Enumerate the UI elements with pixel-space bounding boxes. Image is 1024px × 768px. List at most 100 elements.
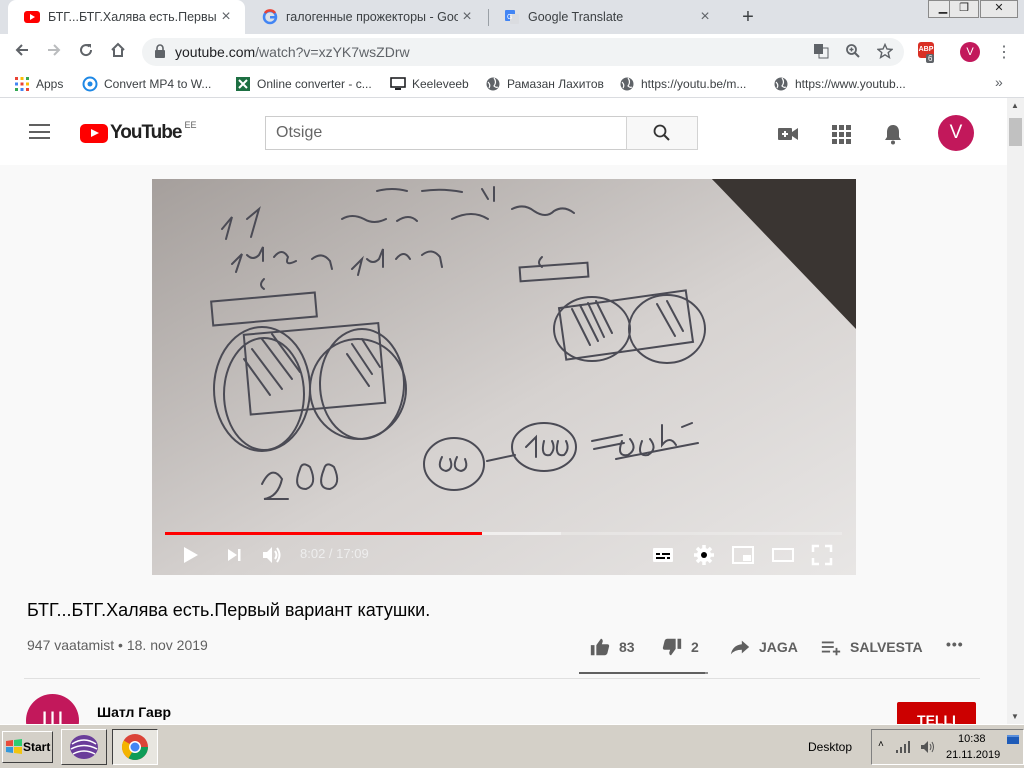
tab-close-icon[interactable]: × — [458, 8, 476, 26]
save-button[interactable]: SALVESTA — [820, 636, 923, 658]
browser-menu-icon[interactable]: ⋮ — [996, 42, 1012, 62]
subtitles-icon — [653, 548, 673, 562]
page-scrollbar[interactable]: ▲ ▼ — [1007, 98, 1024, 724]
windows-logo-icon — [6, 739, 22, 754]
home-button[interactable] — [106, 40, 130, 64]
miniplayer-button[interactable] — [731, 543, 755, 567]
bookmark-keeleveeb[interactable]: Keeleveeb — [390, 76, 469, 92]
bookmark-youtube-www[interactable]: https://www.youtub... — [773, 76, 906, 92]
volume-icon — [263, 547, 281, 563]
translate-favicon: G — [505, 10, 519, 24]
bookmark-label: Keeleveeb — [412, 77, 469, 91]
windows-taskbar: Start Desktop ˄ 10:38 21.11.2019 — [0, 724, 1024, 768]
tab-strip: БТГ...БТГ.Халява есть.Первый ва × галоге… — [0, 0, 1024, 34]
scroll-down-icon[interactable]: ▼ — [1011, 712, 1019, 721]
bookmark-ramazan[interactable]: Рамазан Лахитов — [485, 76, 604, 92]
subtitles-button[interactable] — [651, 543, 675, 567]
speaker-icon[interactable] — [920, 740, 936, 754]
more-actions-button[interactable]: ••• — [946, 636, 964, 652]
dislike-button[interactable]: 2 — [661, 636, 699, 658]
logo-wordmark: YouTube — [110, 122, 182, 143]
google-favicon — [262, 9, 278, 25]
like-count: 83 — [619, 639, 635, 655]
forward-button[interactable] — [42, 40, 66, 64]
search-box — [265, 116, 627, 150]
bookmark-online-converter[interactable]: Online converter - c... — [235, 76, 372, 92]
show-desktop-icon[interactable] — [1006, 734, 1020, 746]
address-bar[interactable]: youtube.com/watch?v=xzYK7wsZDrw — [142, 38, 904, 66]
zoom-icon[interactable] — [844, 43, 862, 61]
like-button[interactable]: 83 — [589, 636, 635, 658]
thumbs-down-icon — [662, 638, 682, 656]
next-button[interactable] — [222, 543, 246, 567]
translate-page-icon[interactable] — [812, 43, 830, 61]
channel-name[interactable]: Шатл Гавр — [97, 704, 171, 720]
tab-google-search[interactable]: галогенные прожекторы - Goog × — [246, 0, 486, 34]
menu-icon[interactable] — [29, 124, 50, 139]
share-button[interactable]: JAGA — [729, 636, 798, 658]
back-button[interactable] — [10, 40, 34, 64]
tray-expand-icon[interactable]: ˄ — [878, 739, 884, 750]
bookmark-label: https://www.youtub... — [795, 77, 906, 91]
convert-icon — [82, 76, 98, 92]
network-signal-icon[interactable] — [895, 740, 913, 754]
tab-close-icon[interactable]: × — [696, 8, 714, 26]
bookmark-star-icon[interactable] — [876, 42, 894, 61]
tab-youtube[interactable]: БТГ...БТГ.Халява есть.Первый ва × — [8, 0, 245, 34]
lock-icon — [155, 44, 165, 58]
bookmark-label: Рамазан Лахитов — [507, 77, 604, 91]
bookmark-label: Apps — [36, 77, 64, 91]
video-player[interactable]: 8:02 / 17:09 — [152, 179, 856, 575]
reload-button[interactable] — [74, 40, 98, 64]
close-window-button[interactable]: ✕ — [980, 0, 1018, 18]
search-button[interactable] — [626, 116, 698, 150]
sphere-app-icon — [70, 735, 98, 759]
profile-avatar-button[interactable]: V — [960, 42, 980, 62]
theater-mode-button[interactable] — [771, 543, 795, 567]
search-input[interactable] — [266, 117, 626, 149]
taskbar-app-chrome[interactable] — [112, 729, 158, 765]
apps-icon[interactable] — [829, 122, 853, 146]
svg-text:G: G — [507, 14, 512, 21]
system-tray: ˄ 10:38 21.11.2019 — [871, 729, 1024, 765]
create-video-icon[interactable] — [776, 122, 800, 146]
progress-bar[interactable] — [165, 532, 842, 535]
globe-icon — [620, 77, 634, 91]
like-ratio-bar — [579, 672, 708, 674]
excel-icon — [236, 77, 250, 91]
volume-button[interactable] — [260, 543, 284, 567]
fullscreen-button[interactable] — [810, 543, 834, 567]
settings-button[interactable] — [692, 543, 716, 567]
account-avatar[interactable]: V — [938, 115, 974, 151]
clock-date: 21.11.2019 — [946, 749, 1001, 761]
scroll-up-icon[interactable]: ▲ — [1011, 101, 1019, 110]
channel-avatar[interactable]: Ш — [26, 694, 79, 724]
desktop-toolbar-label[interactable]: Desktop — [808, 740, 852, 754]
fullscreen-icon — [811, 544, 833, 566]
youtube-play-logo-icon — [80, 123, 108, 143]
youtube-favicon — [24, 11, 40, 23]
youtube-logo[interactable]: YouTube EE — [80, 120, 196, 144]
bookmark-label: Online converter - c... — [257, 77, 372, 91]
tab-google-translate[interactable]: G Google Translate × — [488, 0, 724, 34]
bookmark-label: https://youtu.be/m... — [641, 77, 747, 91]
start-button[interactable]: Start — [2, 731, 53, 763]
taskbar-app-sphere[interactable] — [61, 729, 107, 765]
play-icon — [184, 547, 198, 563]
notifications-bell-icon[interactable] — [881, 122, 905, 146]
play-button[interactable] — [178, 543, 202, 567]
scrollbar-thumb[interactable] — [1009, 118, 1022, 146]
tab-close-icon[interactable]: × — [217, 8, 235, 26]
subscribe-button[interactable]: TELLI — [897, 702, 976, 724]
bookmarks-overflow-button[interactable]: » — [995, 74, 1003, 90]
restore-button[interactable]: ❐ — [949, 0, 979, 18]
start-label: Start — [23, 740, 51, 754]
bookmark-convert-mp4[interactable]: Convert MP4 to W... — [82, 76, 211, 92]
bookmark-apps[interactable]: Apps — [14, 76, 63, 92]
more-actions-icon: ••• — [946, 636, 964, 652]
new-tab-button[interactable]: + — [736, 5, 760, 29]
reload-icon — [80, 44, 93, 57]
search-icon — [653, 124, 670, 141]
bookmark-youtu-be[interactable]: https://youtu.be/m... — [619, 76, 746, 92]
skip-next-icon — [228, 549, 241, 561]
